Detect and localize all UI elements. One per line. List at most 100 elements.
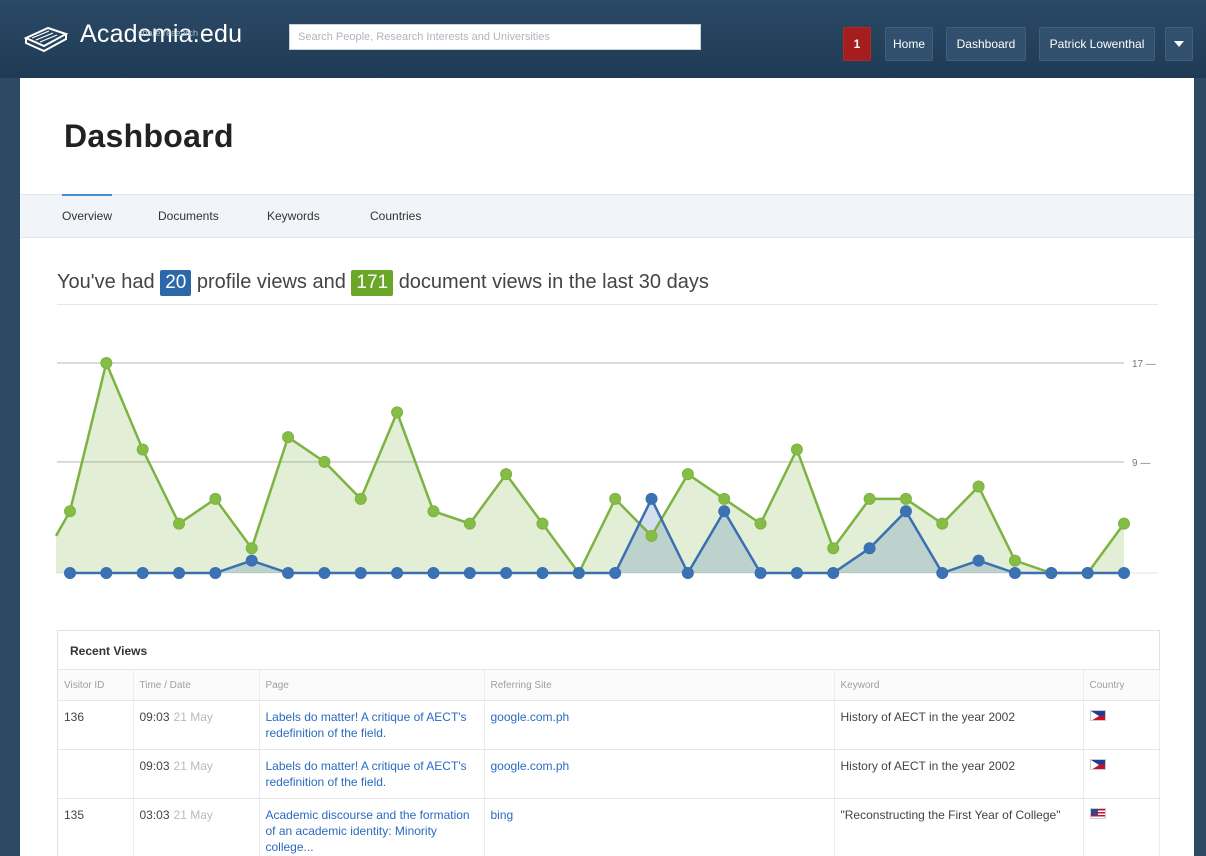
profile-views-point[interactable] [391, 567, 404, 579]
profile-views-point[interactable] [318, 567, 331, 579]
profile-views-point[interactable] [427, 567, 440, 579]
document-views-point[interactable] [209, 492, 222, 505]
document-views-point[interactable] [427, 505, 440, 518]
profile-views-point[interactable] [1008, 567, 1021, 579]
document-views-point[interactable] [136, 443, 149, 456]
profile-views-point[interactable] [754, 567, 767, 579]
academia-logo[interactable]: Academia.edu [22, 20, 242, 54]
profile-views-point[interactable] [863, 542, 876, 555]
home-button[interactable]: Home [885, 27, 933, 61]
referrer-link[interactable]: google.com.ph [491, 710, 570, 724]
profile-views-point[interactable] [899, 505, 912, 518]
dashboard-button[interactable]: Dashboard [946, 27, 1026, 61]
profile-views-point[interactable] [1045, 567, 1058, 579]
document-views-point[interactable] [463, 517, 476, 530]
document-views-point[interactable] [354, 492, 367, 505]
column-header[interactable]: Visitor ID [58, 670, 134, 701]
document-views-point[interactable] [681, 468, 694, 481]
document-views-point[interactable] [863, 492, 876, 505]
column-header[interactable]: Page [259, 670, 485, 701]
table-row: 136 09:03 21 May Labels do matter! A crit… [58, 700, 1160, 750]
document-views-area [56, 363, 1124, 573]
notification-badge[interactable]: 1 [843, 27, 871, 61]
user-menu-button[interactable]: Patrick Lowenthal [1039, 27, 1155, 61]
profile-views-point[interactable] [718, 505, 731, 518]
visitor-id: 136 [58, 700, 134, 750]
document-views-point[interactable] [1008, 554, 1021, 567]
table-header-row: Visitor ID Time / Date Page Referring Si… [58, 670, 1160, 701]
referrer-link[interactable]: google.com.ph [491, 759, 570, 773]
y-tick-label: 9 — [1132, 458, 1150, 469]
profile-views-point[interactable] [790, 567, 803, 579]
profile-views-point[interactable] [100, 567, 113, 579]
document-views-point[interactable] [173, 517, 186, 530]
tab-documents[interactable]: Documents [158, 195, 219, 237]
recent-views-title: Recent Views [58, 631, 1159, 670]
tab-keywords[interactable]: Keywords [267, 195, 320, 237]
profile-views-point[interactable] [972, 554, 985, 567]
profile-views-point[interactable] [173, 567, 186, 579]
document-views-point[interactable] [754, 517, 767, 530]
profile-views-point[interactable] [936, 567, 949, 579]
y-tick-label: 17 — [1132, 359, 1156, 370]
document-views-point[interactable] [245, 542, 258, 555]
visit-date: 21 May [173, 710, 213, 724]
page-link[interactable]: Labels do matter! A critique of AECT's r… [266, 759, 467, 789]
search-input[interactable] [289, 24, 701, 50]
profile-views-point[interactable] [609, 567, 622, 579]
table-row: 135 03:03 21 May Academic discourse and t… [58, 798, 1160, 856]
document-views-point[interactable] [64, 505, 76, 518]
referrer-link[interactable]: bing [491, 808, 514, 822]
profile-views-point[interactable] [282, 567, 295, 579]
document-views-point[interactable] [1118, 517, 1130, 530]
document-views-point[interactable] [899, 492, 912, 505]
profile-views-point[interactable] [645, 492, 658, 505]
document-views-point[interactable] [609, 492, 622, 505]
document-views-point[interactable] [972, 480, 985, 493]
profile-views-point[interactable] [354, 567, 367, 579]
page-link[interactable]: Labels do matter! A critique of AECT's r… [266, 710, 467, 740]
profile-views-point[interactable] [827, 567, 840, 579]
profile-views-point[interactable] [209, 567, 222, 579]
document-views-point[interactable] [645, 529, 658, 542]
column-header[interactable]: Keyword [834, 670, 1084, 701]
tab-countries[interactable]: Countries [370, 195, 421, 237]
document-views-point[interactable] [827, 542, 840, 555]
country-cell [1083, 749, 1160, 799]
column-header[interactable]: Time / Date [133, 670, 260, 701]
profile-views-point[interactable] [500, 567, 513, 579]
profile-views-point[interactable] [463, 567, 476, 579]
views-summary: You've had 20 profile views and 171 docu… [57, 270, 709, 296]
table-row: 09:03 21 May Labels do matter! A critique… [58, 749, 1160, 799]
profile-views-point[interactable] [536, 567, 549, 579]
profile-views-point[interactable] [572, 567, 585, 579]
profile-views-point[interactable] [681, 567, 694, 579]
country-cell [1083, 700, 1160, 750]
column-header[interactable]: Country [1083, 670, 1160, 701]
tab-overview[interactable]: Overview [62, 194, 113, 237]
document-views-point[interactable] [100, 357, 113, 369]
document-views-point[interactable] [391, 406, 404, 419]
profile-views-point[interactable] [1118, 567, 1130, 579]
document-views-point[interactable] [318, 455, 331, 468]
document-views-point[interactable] [282, 431, 295, 444]
profile-views-point[interactable] [64, 567, 76, 579]
dropdown-menu-button[interactable] [1165, 27, 1193, 61]
document-views-point[interactable] [936, 517, 949, 530]
document-views-point[interactable] [500, 468, 513, 481]
chevron-down-icon [1174, 40, 1184, 47]
profile-views-point[interactable] [1081, 567, 1094, 579]
visit-time: 03:03 [139, 808, 170, 822]
recent-views-table: Visitor ID Time / Date Page Referring Si… [58, 670, 1160, 856]
profile-views-point[interactable] [136, 567, 149, 579]
document-views-point[interactable] [536, 517, 549, 530]
usa-flag-icon [1089, 808, 1106, 819]
column-header[interactable]: Referring Site [484, 670, 835, 701]
philippines-flag-icon [1089, 759, 1106, 770]
document-views-count: 171 [351, 270, 394, 296]
profile-views-point[interactable] [245, 554, 258, 567]
document-views-point[interactable] [718, 492, 731, 505]
visitor-id: 135 [58, 798, 134, 856]
document-views-point[interactable] [790, 443, 803, 456]
page-link[interactable]: Academic discourse and the formation of … [266, 808, 470, 854]
